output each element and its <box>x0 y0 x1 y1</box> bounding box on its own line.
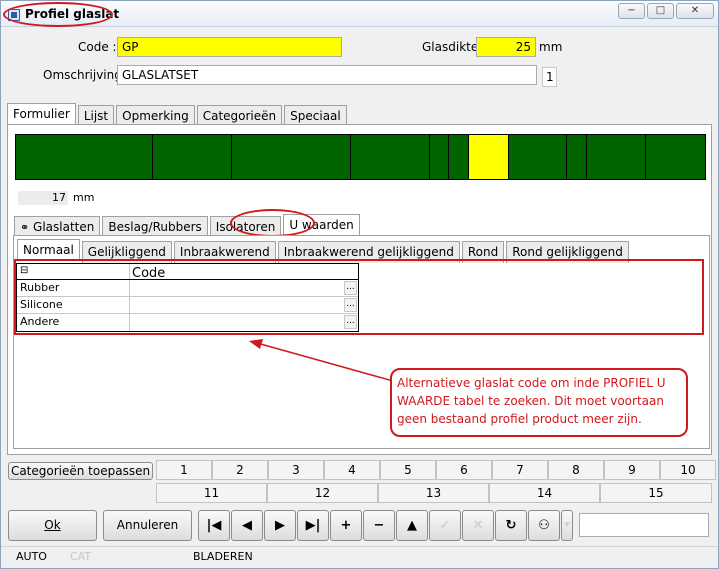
binoculars-search-icon[interactable]: ⚇ <box>528 510 560 541</box>
strip-width-unit: mm <box>73 191 95 204</box>
edit-record-icon[interactable]: ▲ <box>396 510 428 541</box>
u-waarden-highlight-ellipse <box>230 209 315 237</box>
status-cat: CAT <box>70 550 92 563</box>
category-cell-2[interactable]: 2 <box>212 460 268 480</box>
last-record-icon[interactable]: ▶| <box>297 510 329 541</box>
record-counter: 1 <box>542 67 557 87</box>
category-row-1: 1 2 3 4 5 6 7 8 9 10 <box>156 460 716 480</box>
status-mode: AUTO <box>16 550 47 563</box>
strip-segment <box>351 135 430 179</box>
category-cell-7[interactable]: 7 <box>492 460 548 480</box>
category-cell-6[interactable]: 6 <box>436 460 492 480</box>
categorieen-toepassen-button[interactable]: Categorieën toepassen <box>8 462 153 480</box>
cancel-edit-icon[interactable]: ✕ <box>462 510 494 541</box>
strip-segment-highlight <box>469 135 509 179</box>
title-highlight-ellipse <box>3 2 113 27</box>
tab-glaslatten-label: Glaslatten <box>33 220 95 234</box>
strip-segment <box>153 135 232 179</box>
category-cell-11[interactable]: 11 <box>156 483 267 503</box>
title-bar: Profiel glaslat − □ ✕ <box>1 1 718 27</box>
restore-icon[interactable]: □ <box>647 3 674 19</box>
paperclip-icon: ⚭ <box>20 221 30 234</box>
first-record-icon[interactable]: |◀ <box>198 510 230 541</box>
status-divider <box>1 546 718 547</box>
search-dropdown-icon[interactable]: ▾ <box>561 510 573 541</box>
refresh-icon[interactable]: ↻ <box>495 510 527 541</box>
minimize-icon[interactable]: − <box>618 3 645 19</box>
profiel-glaslat-window: Profiel glaslat − □ ✕ Code : GP Glasdikt… <box>0 0 719 569</box>
strip-segment <box>16 135 153 179</box>
next-record-icon[interactable]: ▶ <box>264 510 296 541</box>
category-cell-10[interactable]: 10 <box>660 460 716 480</box>
category-cell-5[interactable]: 5 <box>380 460 436 480</box>
profile-strip <box>15 134 706 180</box>
ok-button[interactable]: Ok <box>8 510 97 541</box>
strip-segment <box>509 135 567 179</box>
category-cell-1[interactable]: 1 <box>156 460 212 480</box>
strip-segment <box>587 135 646 179</box>
strip-segment <box>430 135 449 179</box>
strip-width-value: 17 <box>18 191 68 205</box>
glasdikte-field[interactable]: 25 <box>476 37 536 57</box>
add-record-icon[interactable]: + <box>330 510 362 541</box>
status-state: BLADEREN <box>193 550 253 563</box>
tab-formulier[interactable]: Formulier <box>7 103 76 125</box>
close-icon[interactable]: ✕ <box>676 3 714 19</box>
strip-segment <box>567 135 587 179</box>
category-cell-8[interactable]: 8 <box>548 460 604 480</box>
annotation-callout: Alternatieve glaslat code om inde PROFIE… <box>390 368 688 437</box>
tab-normaal[interactable]: Normaal <box>17 239 80 261</box>
strip-segment <box>232 135 351 179</box>
category-cell-15[interactable]: 15 <box>600 483 712 503</box>
omschrijving-field[interactable]: GLASLATSET <box>117 65 537 85</box>
category-row-2: 11 12 13 14 15 <box>156 483 712 503</box>
category-cell-12[interactable]: 12 <box>267 483 378 503</box>
glasdikte-unit: mm <box>539 40 563 54</box>
strip-segment <box>646 135 705 179</box>
confirm-icon[interactable]: ✓ <box>429 510 461 541</box>
category-cell-4[interactable]: 4 <box>324 460 380 480</box>
category-cell-13[interactable]: 13 <box>378 483 489 503</box>
category-cell-14[interactable]: 14 <box>489 483 600 503</box>
previous-record-icon[interactable]: ◀ <box>231 510 263 541</box>
grid-highlight-box <box>14 259 704 335</box>
code-field[interactable]: GP <box>117 37 342 57</box>
delete-record-icon[interactable]: − <box>363 510 395 541</box>
category-cell-3[interactable]: 3 <box>268 460 324 480</box>
category-cell-9[interactable]: 9 <box>604 460 660 480</box>
annotation-arrow <box>249 339 394 382</box>
code-label: Code : <box>78 40 117 54</box>
search-input[interactable] <box>579 513 709 537</box>
annuleren-button[interactable]: Annuleren <box>103 510 192 541</box>
strip-segment <box>449 135 469 179</box>
